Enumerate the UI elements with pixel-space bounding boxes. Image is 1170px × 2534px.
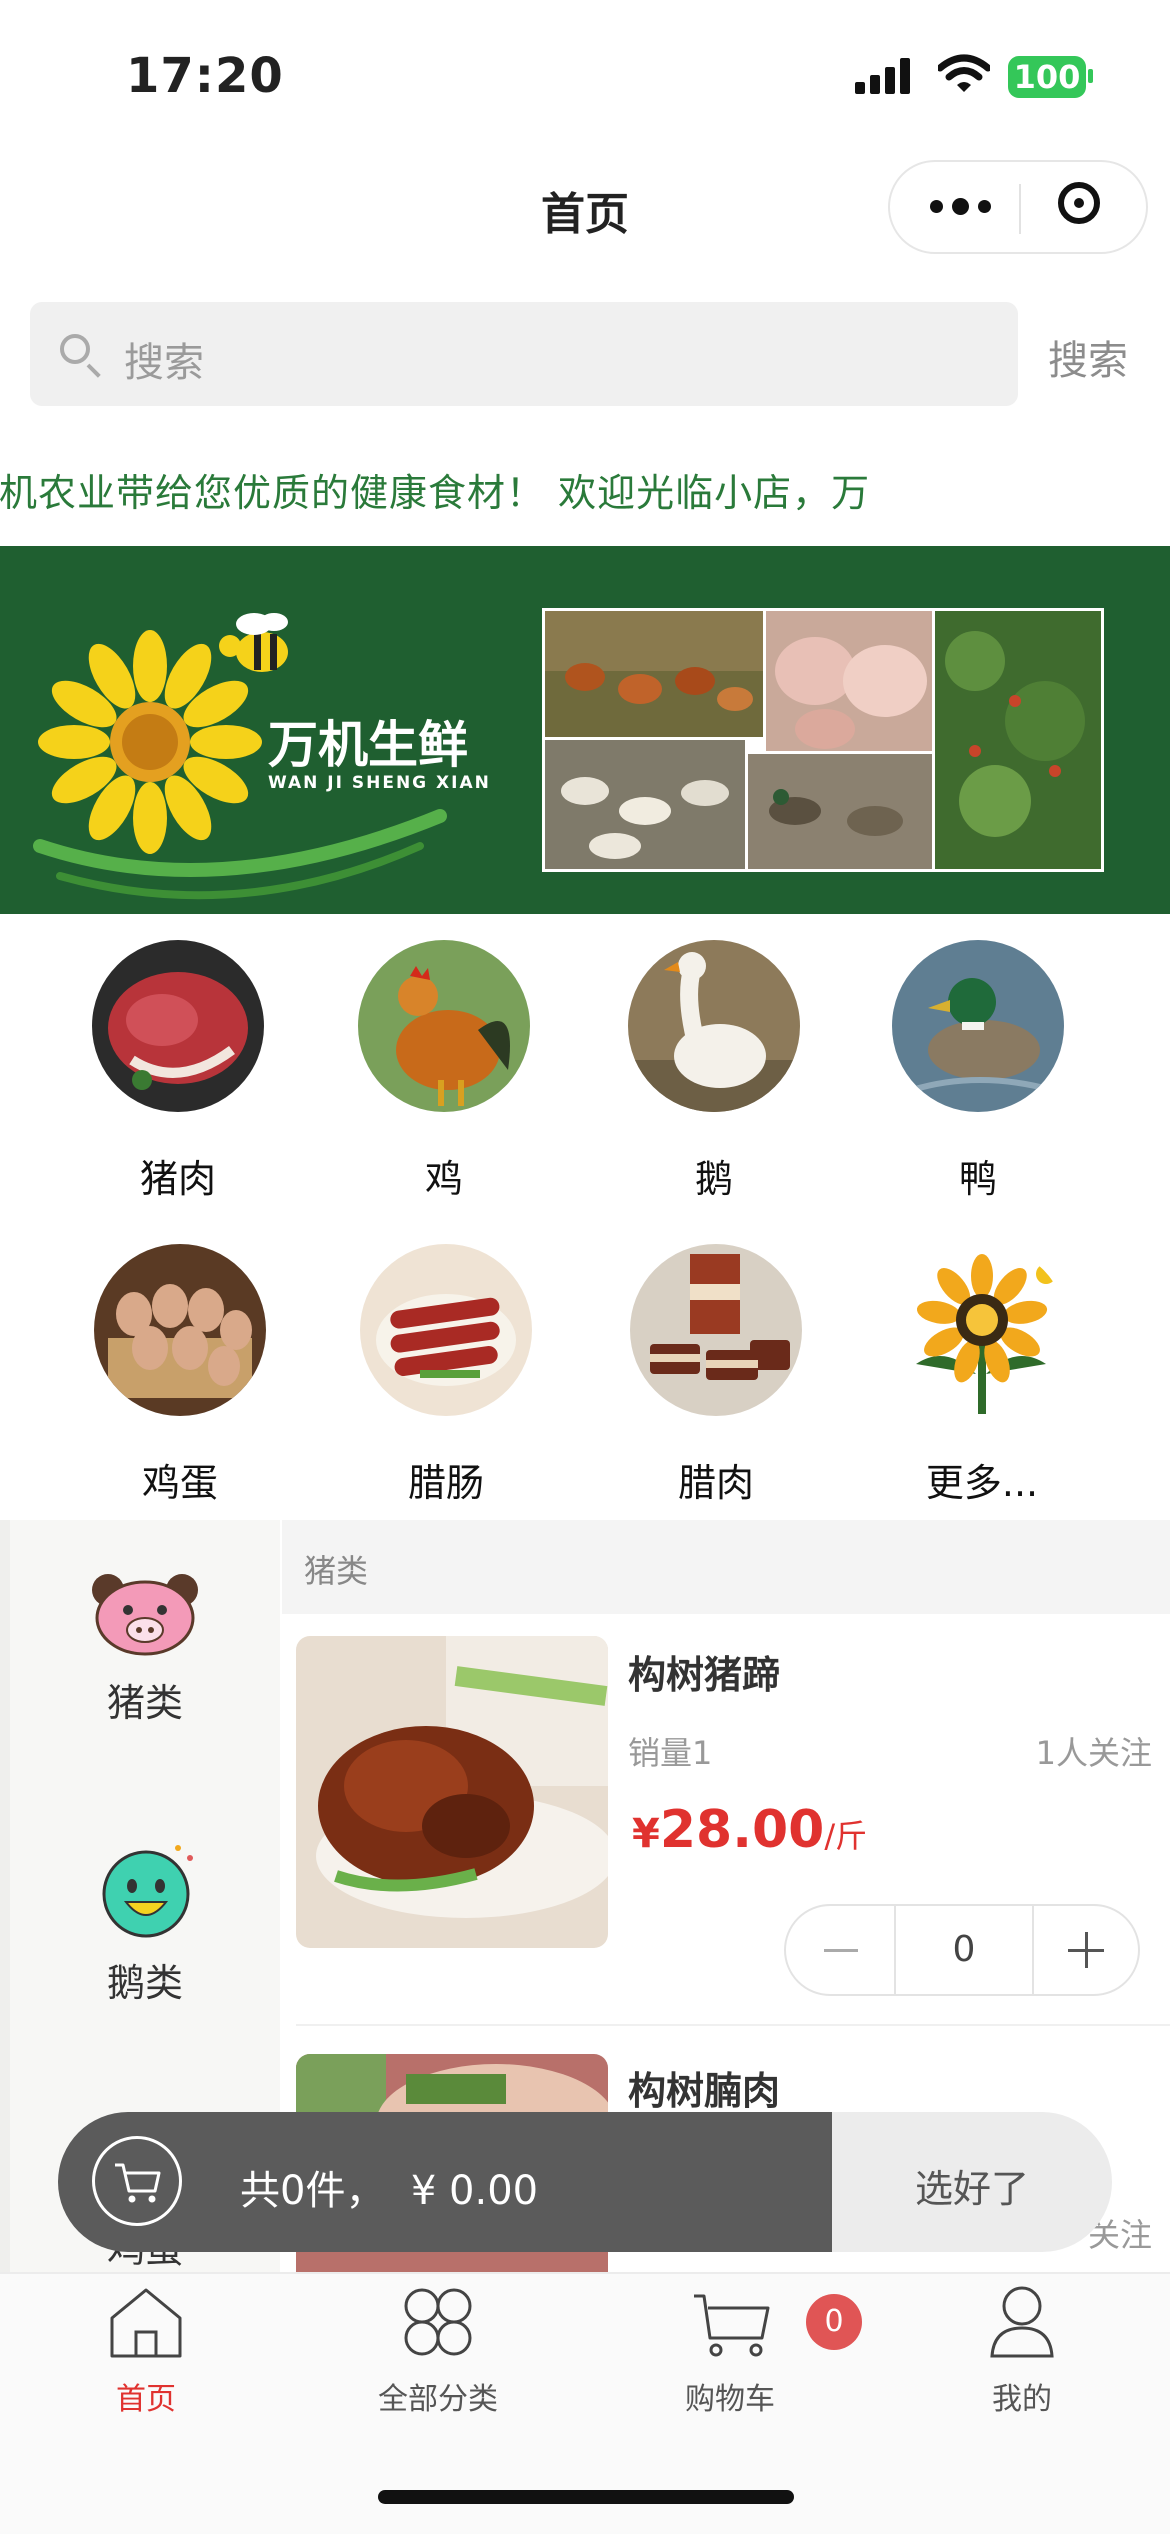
quantity-stepper: 0	[784, 1904, 1140, 1996]
tab-label: 首页	[116, 2382, 176, 2417]
checkout-label[interactable]: 选好了	[832, 2158, 1112, 2213]
sidebar-item-label: 猪类	[106, 1681, 183, 1725]
battery-icon: 100	[1008, 56, 1086, 98]
status-time: 17:20	[126, 48, 284, 104]
search-icon	[60, 334, 90, 364]
cart-icon	[694, 2294, 770, 2357]
category-bacon[interactable]: 腊肉	[606, 1244, 826, 1507]
increase-button[interactable]	[1034, 1906, 1138, 1994]
home-indicator	[378, 2490, 794, 2504]
tab-cart[interactable]: 购物车	[630, 2282, 830, 2418]
smiley-face-icon	[102, 1845, 193, 1938]
farm-photo-collage	[542, 608, 1104, 872]
tab-profile[interactable]: 我的	[922, 2282, 1122, 2418]
product-followers: 1人关注	[1035, 1734, 1152, 1772]
category-label: 鸡蛋	[141, 1461, 218, 1505]
tab-home[interactable]: 首页	[46, 2282, 246, 2418]
categories-icon	[404, 2288, 472, 2356]
category-eggs[interactable]: 鸡蛋	[70, 1244, 290, 1507]
category-label: 鸭	[958, 1157, 997, 1201]
goose-icon	[628, 940, 800, 1112]
product-name[interactable]: 构树腩肉	[628, 2060, 780, 2115]
wifi-icon	[938, 54, 990, 92]
category-label: 鸡	[424, 1157, 463, 1201]
product-divider	[296, 2024, 1170, 2026]
price-currency: ¥	[632, 1811, 660, 1857]
sunflower-more-icon	[896, 1244, 1068, 1416]
search-button[interactable]: 搜索	[1048, 328, 1128, 386]
category-duck[interactable]: 鸭	[868, 940, 1088, 1203]
capsule-divider	[1019, 184, 1021, 234]
price-value: 28.00	[659, 1800, 825, 1860]
category-label: 鹅	[694, 1157, 733, 1201]
brand-name-en: WAN JI SHENG XIAN	[268, 773, 491, 793]
pork-icon	[92, 940, 264, 1112]
category-more[interactable]: 更多...	[872, 1244, 1092, 1507]
tab-categories[interactable]: 全部分类	[338, 2282, 538, 2418]
notice-text: 店，万机农业带给您优质的健康食材！ 欢迎光临小店，万	[0, 471, 871, 515]
cart-count-badge: 0	[806, 2294, 862, 2350]
notice-marquee: 店，万机农业带给您优质的健康食材！ 欢迎光临小店，万	[0, 462, 1170, 522]
category-sausage[interactable]: 腊肠	[336, 1244, 556, 1507]
section-header: 猪类	[282, 1520, 1170, 1614]
category-label: 更多...	[925, 1461, 1039, 1505]
category-label: 腊肠	[407, 1461, 484, 1505]
pig-face-icon	[92, 1574, 198, 1656]
egg-icon	[94, 1244, 266, 1416]
chicken-icon	[358, 940, 530, 1112]
product-sales: 销量1	[628, 1734, 713, 1772]
sidebar-item-label: 鹅类	[106, 1961, 183, 2005]
search-placeholder: 搜索	[124, 340, 204, 386]
category-goose[interactable]: 鹅	[604, 940, 824, 1203]
product-name[interactable]: 构树猪蹄	[628, 1644, 780, 1699]
battery-tip	[1088, 69, 1093, 83]
close-miniprogram-icon[interactable]	[1058, 182, 1100, 224]
section-title: 猪类	[304, 1552, 369, 1590]
mini-program-capsule	[888, 160, 1148, 254]
category-label: 腊肉	[677, 1461, 754, 1505]
tab-label: 我的	[992, 2382, 1052, 2417]
more-options-icon[interactable]	[930, 192, 1030, 222]
category-chicken[interactable]: 鸡	[334, 940, 554, 1203]
tab-label: 全部分类	[378, 2382, 498, 2417]
price-unit: /斤	[824, 1817, 868, 1855]
user-icon	[990, 2286, 1054, 2358]
brand-logo: 万机生鲜 WAN JI SHENG XIAN	[33, 613, 491, 900]
category-label: 猪肉	[139, 1157, 216, 1201]
sidebar-edge	[0, 1520, 10, 2280]
signal-icon	[855, 58, 910, 94]
bacon-icon	[630, 1244, 802, 1416]
category-pork[interactable]: 猪肉	[68, 940, 288, 1203]
cart-summary: 共0件， ¥ 0.00	[240, 2168, 539, 2214]
product-image[interactable]	[296, 1636, 608, 1948]
decrease-button[interactable]	[786, 1906, 894, 1994]
cart-icon[interactable]	[92, 2136, 182, 2226]
sidebar-item-goose[interactable]: 鹅类	[10, 1838, 280, 2007]
quantity-value[interactable]: 0	[894, 1906, 1034, 1994]
sidebar-item-pig[interactable]: 猪类	[10, 1572, 280, 1727]
tab-label: 购物车	[685, 2382, 775, 2417]
home-icon	[110, 2288, 182, 2358]
brand-name: 万机生鲜	[268, 716, 468, 774]
duck-icon	[892, 940, 1064, 1112]
sausage-icon	[360, 1244, 532, 1416]
product-price: ¥28.00/斤	[632, 1800, 867, 1860]
